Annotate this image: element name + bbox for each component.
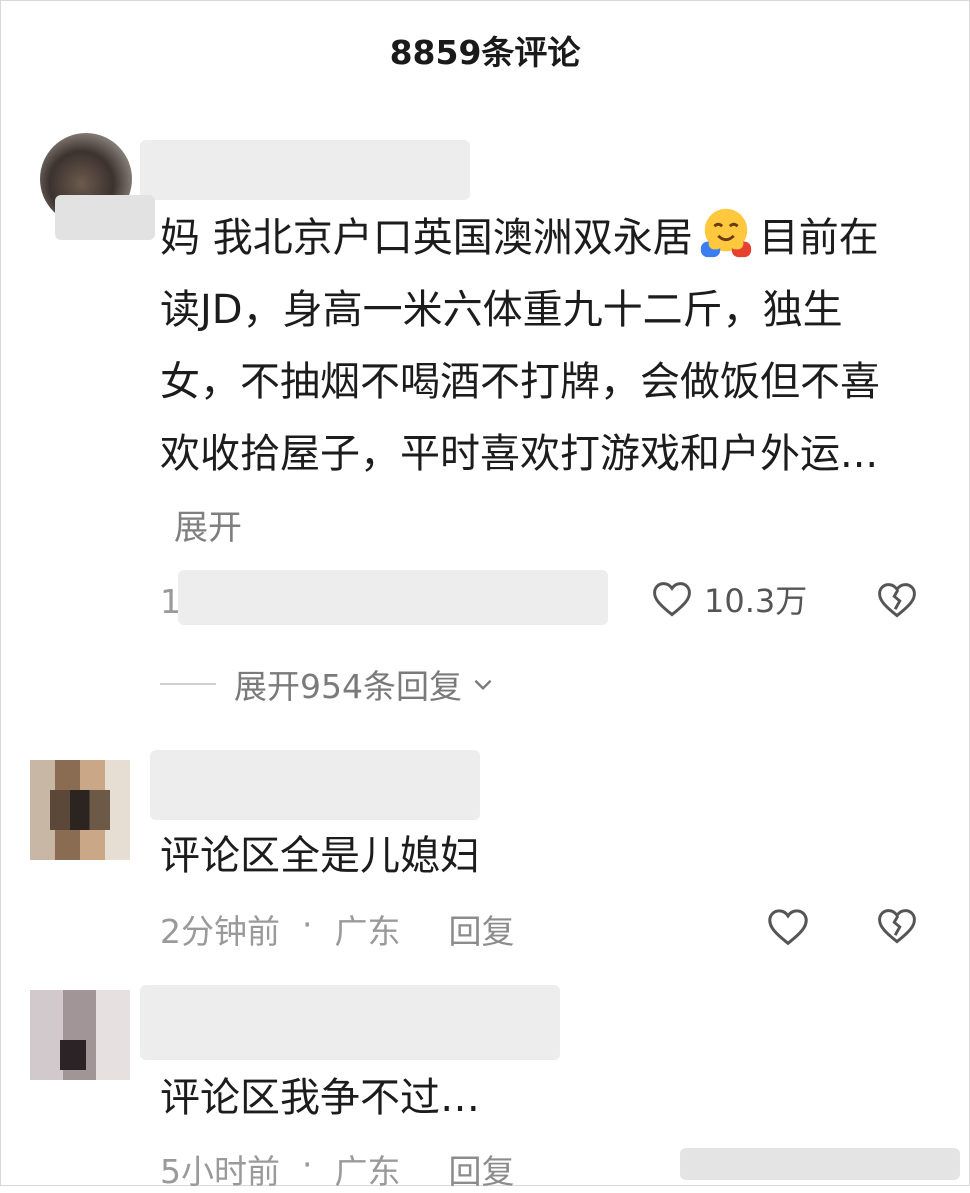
divider-line: [160, 683, 216, 685]
heart-outline-icon[interactable]: [765, 904, 811, 950]
blurred-overlay: [680, 1148, 960, 1180]
comment-text-part-1: 妈 我北京户口英国澳洲双永居: [160, 215, 693, 261]
blurred-username: [140, 985, 560, 1060]
comment-text: 评论区我争不过…: [160, 1075, 480, 1121]
hugging-face-emoji-icon: [700, 208, 751, 258]
blurred-avatar-part: [55, 195, 155, 240]
avatar-pixel-block: [50, 790, 110, 830]
comment-text: 评论区全是儿媳妇: [160, 833, 480, 879]
chevron-down-icon: [474, 679, 492, 691]
avatar[interactable]: [30, 760, 130, 860]
broken-heart-icon[interactable]: [875, 578, 919, 622]
expand-link[interactable]: 展开: [174, 508, 242, 548]
like-count: 10.3万: [704, 582, 808, 620]
avatar[interactable]: [30, 990, 130, 1080]
heart-outline-icon: [653, 582, 691, 617]
meta-separator: ·: [302, 905, 313, 944]
expand-replies[interactable]: 展开954条回复: [160, 660, 496, 708]
avatar-pixel-block: [60, 1040, 86, 1070]
blurred-meta: [178, 570, 608, 625]
blurred-username: [140, 140, 470, 200]
expand-replies-label: 展开954条回复: [234, 667, 462, 706]
comments-count-title: 8859条评论: [389, 33, 581, 72]
comment-text: 妈 我北京户口英国澳洲双永居 目前在读JD，身高一米六体重九十二斤，独生女，不抽…: [160, 202, 900, 564]
comment-time: 2分钟前: [160, 912, 280, 951]
broken-heart-icon[interactable]: [875, 904, 919, 948]
blurred-username: [150, 750, 480, 820]
comment-meta: 2分钟前 · 广东 回复: [160, 905, 515, 953]
like-button[interactable]: 10.3万: [650, 576, 807, 622]
comment-location: 广东: [334, 912, 401, 951]
reply-button[interactable]: 回复: [449, 905, 515, 953]
